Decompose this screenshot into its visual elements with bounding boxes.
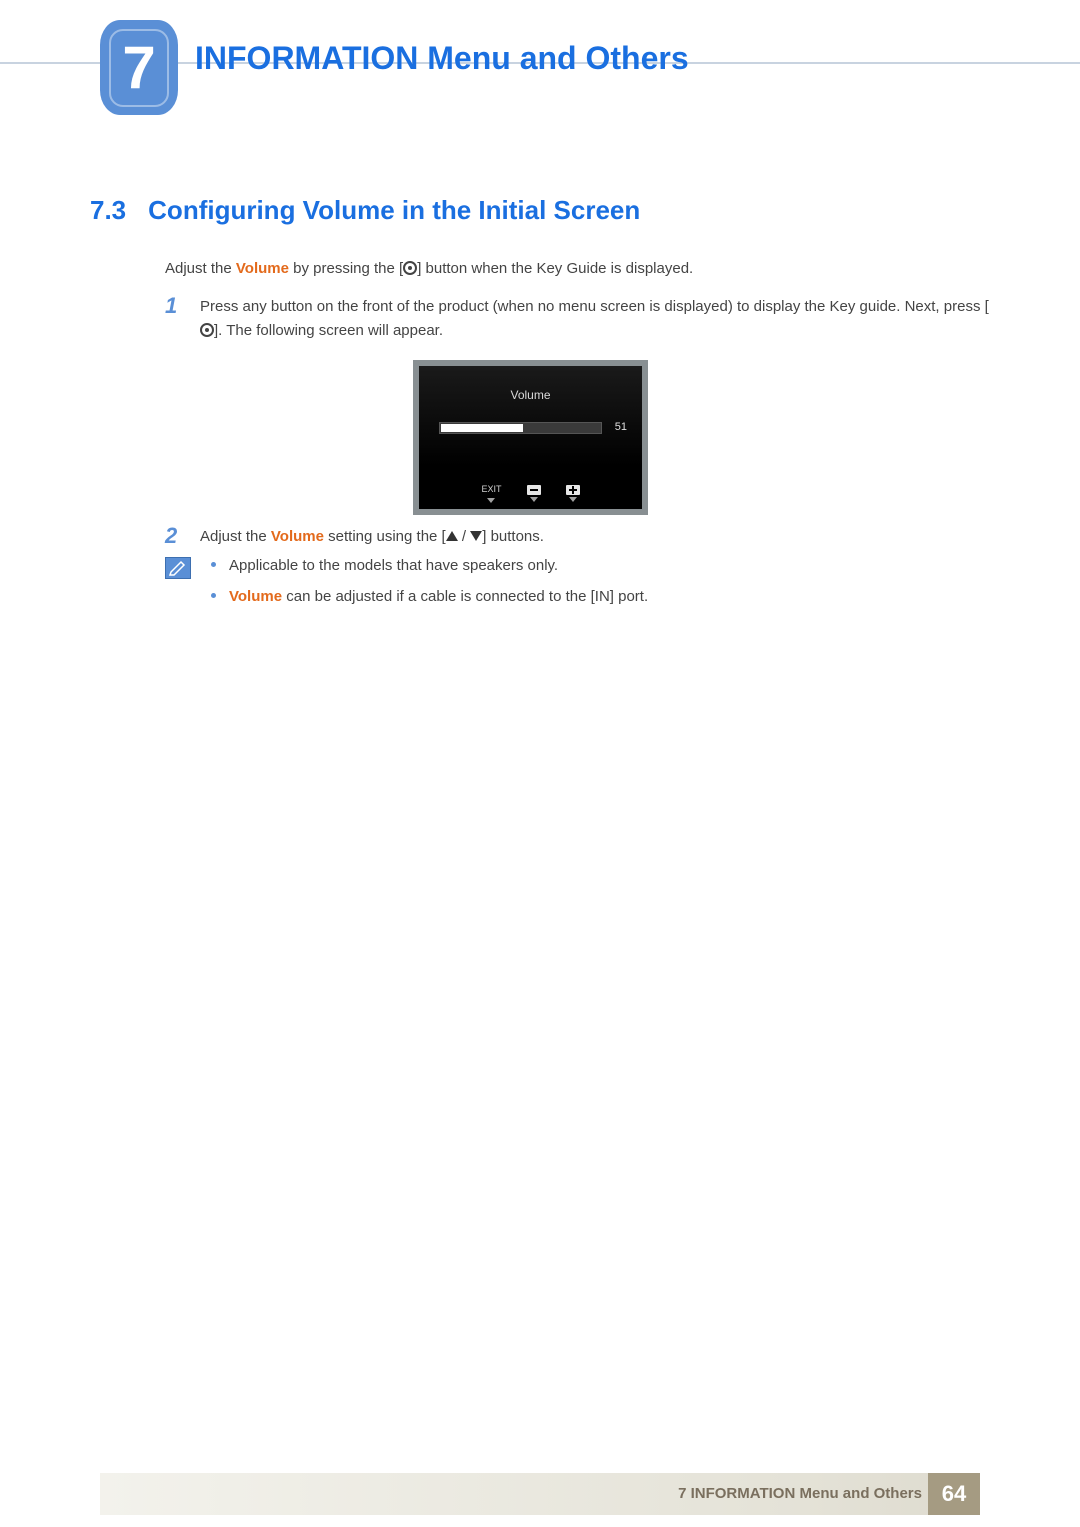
osd-volume-bar [439, 421, 602, 435]
triangle-up-icon [446, 531, 458, 541]
osd-volume-panel: Volume 51 EXIT [413, 360, 648, 515]
osd-exit-button: EXIT [481, 484, 501, 503]
step-2-text-c: ] buttons. [482, 528, 544, 545]
jog-button-icon [200, 323, 214, 337]
intro-pre: Adjust the [165, 260, 236, 277]
section-number: 7.3 [90, 195, 126, 226]
osd-title: Volume [419, 388, 642, 402]
step-1: 1 Press any button on the front of the p… [165, 295, 1000, 343]
intro-text: Adjust the Volume by pressing the [ ] but… [165, 260, 693, 277]
plus-icon [566, 485, 580, 495]
note-list: Applicable to the models that have speak… [211, 555, 648, 617]
note-2-rest: can be adjusted if a cable is connected … [282, 588, 648, 605]
intro-post2: ] button when the Key Guide is displayed… [417, 260, 693, 277]
step-2-text-b: setting using the [ [324, 528, 446, 545]
chapter-tab: 7 [100, 20, 178, 115]
note-item-1: Applicable to the models that have speak… [211, 555, 648, 576]
section-heading: 7.3 Configuring Volume in the Initial Sc… [90, 195, 640, 226]
triangle-down-icon [530, 497, 538, 502]
triangle-down-icon [487, 498, 495, 503]
osd-bar-fill [441, 424, 523, 432]
note-block: Applicable to the models that have speak… [165, 555, 1000, 617]
osd-exit-label: EXIT [481, 484, 501, 496]
section-title: Configuring Volume in the Initial Screen [148, 195, 640, 226]
intro-volume-word: Volume [236, 260, 289, 277]
step-1-text-a: Press any button on the front of the pro… [200, 298, 989, 315]
note-item-2: Volume can be adjusted if a cable is con… [211, 586, 648, 607]
triangle-down-icon [569, 497, 577, 502]
chapter-title: INFORMATION Menu and Others [195, 40, 689, 77]
step-2-volume-word: Volume [271, 528, 324, 545]
chapter-number: 7 [122, 33, 155, 102]
note-1-text: Applicable to the models that have speak… [229, 557, 558, 574]
footer-page-number: 64 [942, 1481, 966, 1507]
note-2-volume-word: Volume [229, 588, 282, 605]
osd-minus-button [527, 485, 541, 502]
step-1-number: 1 [165, 295, 185, 343]
footer-page-box: 64 [928, 1473, 980, 1515]
note-icon [165, 557, 191, 579]
footer-text: 7 INFORMATION Menu and Others [678, 1485, 922, 1502]
chapter-tab-inner: 7 [109, 29, 169, 107]
step-2-text-a: Adjust the [200, 528, 271, 545]
step-1-text-b: ]. The following screen will appear. [214, 322, 443, 339]
minus-icon [527, 485, 541, 495]
footer: 7 INFORMATION Menu and Others 64 [0, 1473, 1080, 1515]
osd-volume-value: 51 [615, 421, 627, 433]
step-2-number: 2 [165, 525, 185, 549]
osd-inner: Volume 51 EXIT [419, 366, 642, 509]
osd-plus-button [566, 485, 580, 502]
step-1-text: Press any button on the front of the pro… [200, 295, 1000, 343]
step-2-text: Adjust the Volume setting using the [ / … [200, 525, 544, 549]
jog-button-icon [403, 261, 417, 275]
step-2: 2 Adjust the Volume setting using the [ … [165, 525, 1000, 549]
osd-bar-track [439, 422, 602, 434]
triangle-down-icon [470, 531, 482, 541]
intro-post: by pressing the [ [289, 260, 403, 277]
osd-button-row: EXIT [419, 484, 642, 503]
